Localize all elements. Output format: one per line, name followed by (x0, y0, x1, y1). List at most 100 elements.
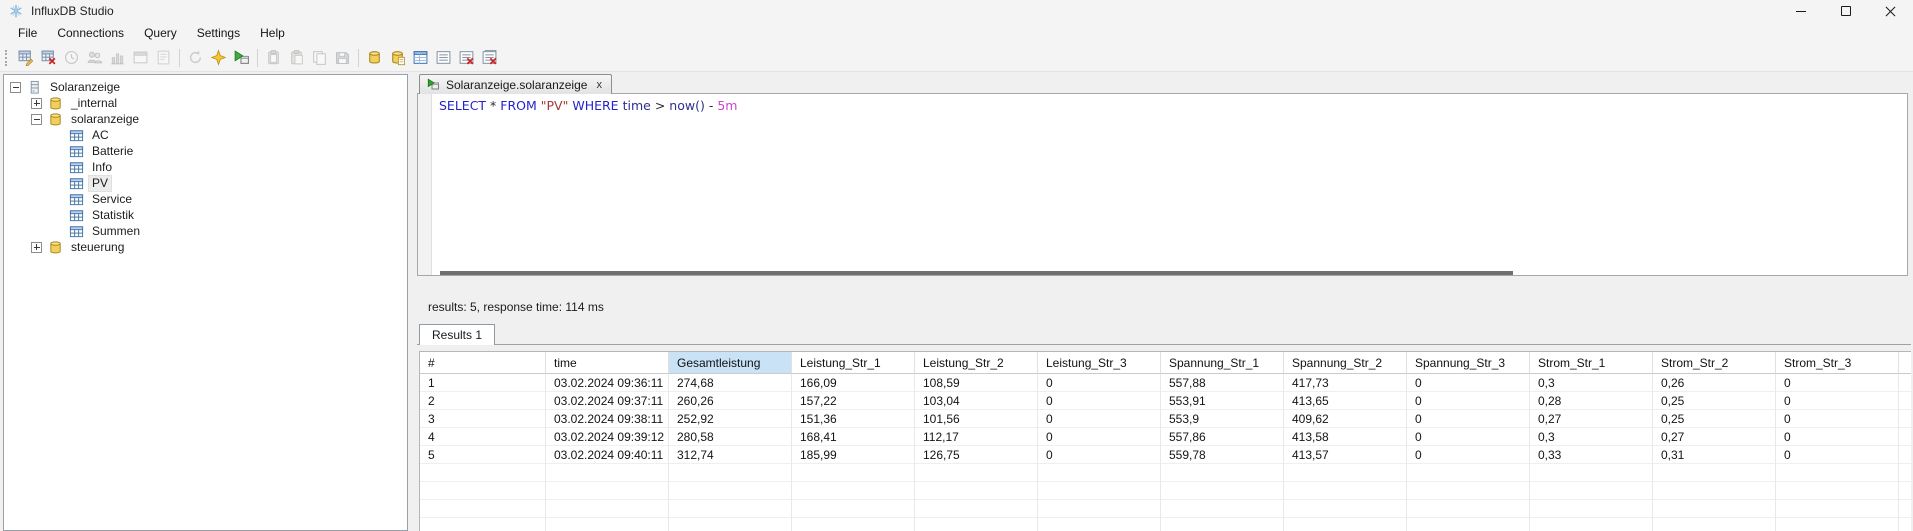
expand-toggle-icon[interactable] (31, 98, 42, 109)
grid-cell[interactable]: 0,31 (1653, 446, 1776, 464)
grid-header-strom_str_1[interactable]: Strom_Str_1 (1530, 352, 1653, 374)
collapse-toggle-icon[interactable] (31, 114, 42, 125)
menu-item-settings[interactable]: Settings (187, 23, 250, 43)
grid-cell[interactable]: 103,04 (915, 392, 1038, 410)
menu-item-query[interactable]: Query (134, 23, 187, 43)
grid-cell[interactable]: 0 (1776, 374, 1899, 392)
grid-cell[interactable]: 553,91 (1161, 392, 1284, 410)
grid-cell[interactable]: 557,88 (1161, 374, 1284, 392)
grid-cell[interactable]: 252,92 (669, 410, 792, 428)
tree-node-statistik[interactable]: Statistik (4, 207, 407, 223)
run-query-icon[interactable] (230, 46, 253, 69)
grid-header-spannung_str_2[interactable]: Spannung_Str_2 (1284, 352, 1407, 374)
query-editor[interactable]: SELECT * FROM "PV" WHERE time > now() - … (417, 93, 1908, 276)
grid-cell[interactable]: 260,26 (669, 392, 792, 410)
grid-cell[interactable]: 03.02.2024 09:40:11 (546, 446, 669, 464)
grid-cell[interactable]: 0,25 (1653, 392, 1776, 410)
tree-node-steuerung[interactable]: steuerung (4, 239, 407, 255)
grid-cell[interactable]: 157,22 (792, 392, 915, 410)
grid-cell[interactable]: 1 (420, 374, 546, 392)
grid-cell[interactable]: 5 (420, 446, 546, 464)
grid-cell[interactable]: 413,65 (1284, 392, 1407, 410)
grid-cell[interactable]: 280,58 (669, 428, 792, 446)
grid-cell[interactable]: 0 (1776, 428, 1899, 446)
grid-cell[interactable]: 03.02.2024 09:39:12 (546, 428, 669, 446)
grid-cell[interactable]: 101,56 (915, 410, 1038, 428)
grid-cell[interactable]: 0 (1407, 374, 1530, 392)
export-script-icon[interactable] (386, 46, 409, 69)
grid-cell[interactable]: 0 (1407, 428, 1530, 446)
grid-header-spannung_str_1[interactable]: Spannung_Str_1 (1161, 352, 1284, 374)
grid-cell[interactable]: 0,3 (1530, 374, 1653, 392)
tree-node-service[interactable]: Service (4, 191, 407, 207)
tree-node-info[interactable]: Info (4, 159, 407, 175)
grid-header-leistung_str_3[interactable]: Leistung_Str_3 (1038, 352, 1161, 374)
grid-cell[interactable]: 0 (1038, 392, 1161, 410)
view-list-icon[interactable] (432, 46, 455, 69)
grid-cell[interactable]: 4 (420, 428, 546, 446)
grid-cell[interactable]: 151,36 (792, 410, 915, 428)
collapse-toggle-icon[interactable] (10, 82, 21, 93)
grid-header-strom_str_2[interactable]: Strom_Str_2 (1653, 352, 1776, 374)
grid-cell[interactable]: 0,33 (1530, 446, 1653, 464)
connection-delete-icon[interactable] (37, 46, 60, 69)
grid-cell[interactable]: 0 (1038, 410, 1161, 428)
grid-cell[interactable]: 0,25 (1653, 410, 1776, 428)
grid-cell[interactable]: 0 (1776, 410, 1899, 428)
menu-item-file[interactable]: File (8, 23, 47, 43)
grid-cell[interactable]: 108,59 (915, 374, 1038, 392)
grid-header-index[interactable]: # (420, 352, 546, 374)
grid-cell[interactable]: 312,74 (669, 446, 792, 464)
grid-cell[interactable]: 0,3 (1530, 428, 1653, 446)
menu-item-connections[interactable]: Connections (47, 23, 134, 43)
tree-node-solaranzeige[interactable]: solaranzeige (4, 111, 407, 127)
view-grid-icon[interactable] (409, 46, 432, 69)
grid-header-strom_str_3[interactable]: Strom_Str_3 (1776, 352, 1899, 374)
wizard-icon[interactable] (207, 46, 230, 69)
grid-cell[interactable]: 553,9 (1161, 410, 1284, 428)
results-tab[interactable]: Results 1 (419, 324, 495, 345)
grid-cell[interactable]: 274,68 (669, 374, 792, 392)
grid-cell[interactable]: 409,62 (1284, 410, 1407, 428)
tree-node-summen[interactable]: Summen (4, 223, 407, 239)
grid-cell[interactable]: 0,27 (1530, 410, 1653, 428)
grid-cell[interactable]: 0,27 (1653, 428, 1776, 446)
grid-cell[interactable]: 417,73 (1284, 374, 1407, 392)
grid-cell[interactable]: 0 (1407, 446, 1530, 464)
export-database-icon[interactable] (363, 46, 386, 69)
grid-cell[interactable]: 413,58 (1284, 428, 1407, 446)
grid-cell[interactable]: 03.02.2024 09:36:11 (546, 374, 669, 392)
tree-node-internal[interactable]: _internal (4, 95, 407, 111)
grid-cell[interactable]: 168,41 (792, 428, 915, 446)
tree-node-solaranzeige[interactable]: Solaranzeige (4, 79, 407, 95)
grid-header-gesamtleistung[interactable]: Gesamtleistung (669, 352, 792, 374)
grid-cell[interactable]: 2 (420, 392, 546, 410)
grid-cell[interactable]: 0,28 (1530, 392, 1653, 410)
grid-cell[interactable]: 0 (1038, 374, 1161, 392)
grid-cell[interactable]: 185,99 (792, 446, 915, 464)
tree-node-pv[interactable]: PV (4, 175, 407, 191)
grid-cell[interactable]: 0,26 (1653, 374, 1776, 392)
grid-cell[interactable]: 559,78 (1161, 446, 1284, 464)
grid-cell[interactable]: 03.02.2024 09:37:11 (546, 392, 669, 410)
grid-cell[interactable]: 3 (420, 410, 546, 428)
grid-cell[interactable]: 413,57 (1284, 446, 1407, 464)
minimize-button[interactable] (1778, 0, 1823, 22)
grid-header-leistung_str_2[interactable]: Leistung_Str_2 (915, 352, 1038, 374)
restore-button[interactable] (1823, 0, 1868, 22)
grid-cell[interactable]: 112,17 (915, 428, 1038, 446)
grid-header-spannung_str_3[interactable]: Spannung_Str_3 (1407, 352, 1530, 374)
close-all-results-icon[interactable] (478, 46, 501, 69)
grid-cell[interactable]: 03.02.2024 09:38:11 (546, 410, 669, 428)
grid-cell[interactable]: 0 (1038, 428, 1161, 446)
close-result-icon[interactable] (455, 46, 478, 69)
tree-node-ac[interactable]: AC (4, 127, 407, 143)
editor-hscroll-thumb[interactable] (440, 271, 1513, 275)
close-button[interactable] (1868, 0, 1913, 22)
query-tab[interactable]: Solaranzeige.solaranzeige x (419, 74, 612, 94)
grid-cell[interactable]: 0 (1776, 392, 1899, 410)
connection-edit-icon[interactable] (14, 46, 37, 69)
grid-cell[interactable]: 557,86 (1161, 428, 1284, 446)
menu-item-help[interactable]: Help (250, 23, 295, 43)
grid-cell[interactable]: 0 (1776, 446, 1899, 464)
